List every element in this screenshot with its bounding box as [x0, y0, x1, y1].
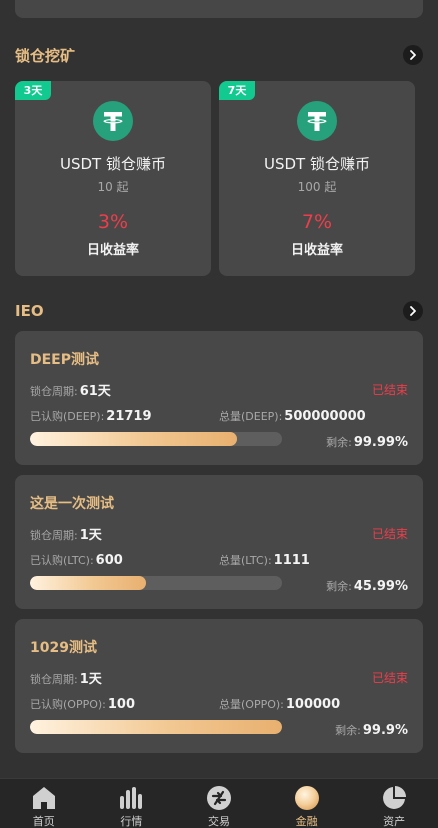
- mining-card-min: 100 起: [297, 180, 337, 194]
- remaining: 剩余: 99.99%: [326, 434, 408, 450]
- section-title-ieo: IEO: [15, 302, 44, 320]
- asset-pie-icon: [383, 786, 407, 809]
- mining-more-button[interactable]: [403, 45, 423, 65]
- lock-period-value: 61天: [79, 384, 111, 399]
- total-label: 总量(LTC):: [219, 554, 272, 567]
- lock-period-value: 1天: [79, 672, 102, 687]
- chevron-right-icon: [410, 306, 416, 316]
- subscribed-label: 已认购(OPPO):: [30, 698, 106, 711]
- lock-period: 锁仓周期: 1天: [30, 668, 102, 687]
- status-badge: 已结束: [371, 383, 408, 397]
- mining-card-rate: 3%: [97, 211, 129, 233]
- mining-section-header: 锁仓挖矿: [15, 43, 423, 67]
- mining-card-name: USDT 锁仓赚币: [264, 155, 370, 173]
- bottom-tab-bar: 首页 行情 交易 金融 资产: [0, 778, 438, 828]
- ieo-name: DEEP测试: [30, 352, 100, 368]
- subscribed-value: 600: [95, 553, 123, 568]
- remaining-value: 99.99%: [353, 435, 408, 450]
- lock-period: 锁仓周期: 61天: [30, 380, 111, 399]
- mining-card-name: USDT 锁仓赚币: [60, 155, 166, 173]
- tab-home[interactable]: 首页: [0, 779, 88, 828]
- subscribed-amount: 已认购(OPPO): 100: [30, 696, 135, 712]
- remaining-label: 剩余:: [326, 580, 352, 593]
- ieo-section-header: IEO: [15, 299, 423, 323]
- remaining-value: 99.9%: [362, 723, 408, 738]
- lock-period-label: 锁仓周期:: [30, 385, 78, 398]
- day-tag: 7天: [219, 81, 255, 100]
- remaining-value: 45.99%: [353, 579, 408, 594]
- subscribed-label: 已认购(DEEP):: [30, 410, 105, 423]
- total-amount: 总量(DEEP): 500000000: [219, 408, 366, 424]
- section-title-mining: 锁仓挖矿: [15, 46, 76, 65]
- progress-bar: [30, 576, 282, 590]
- lock-period-label: 锁仓周期:: [30, 673, 78, 686]
- total-value: 500000000: [284, 409, 366, 424]
- subscribed-value: 21719: [106, 409, 152, 424]
- total-amount: 总量(OPPO): 100000: [219, 696, 340, 712]
- remaining-label: 剩余:: [335, 724, 361, 737]
- ieo-card[interactable]: 1029测试 锁仓周期: 1天 已结束 已认购(OPPO): 100 总量(OPPO…: [15, 619, 423, 753]
- total-label: 总量(DEEP):: [219, 410, 283, 423]
- mining-card[interactable]: 3天 USDT 锁仓赚币 10 起 3% 日收益率: [15, 81, 211, 276]
- market-bars-icon: [120, 787, 143, 809]
- progress-bar: [30, 432, 282, 446]
- ieo-name: 这是一次测试: [30, 496, 114, 512]
- total-value: 1111: [273, 553, 310, 568]
- tab-trade[interactable]: 交易: [175, 779, 263, 828]
- usdt-icon: [297, 101, 337, 141]
- ieo-card[interactable]: DEEP测试 锁仓周期: 61天 已结束 已认购(DEEP): 21719 总量(D…: [15, 331, 423, 465]
- remaining: 剩余: 99.9%: [335, 722, 408, 738]
- finance-coin-icon: [294, 786, 319, 810]
- mining-card-min: 10 起: [97, 180, 129, 194]
- home-icon: [32, 787, 55, 809]
- subscribed-amount: 已认购(LTC): 600: [30, 552, 123, 568]
- tab-label: 首页: [32, 815, 55, 828]
- mining-card-rate-label: 日收益率: [290, 243, 343, 258]
- chevron-right-icon: [410, 50, 416, 60]
- lock-period-value: 1天: [79, 528, 102, 543]
- mining-card-rate-label: 日收益率: [86, 243, 139, 258]
- lock-period-label: 锁仓周期:: [30, 529, 78, 542]
- mining-card-rate: 7%: [301, 211, 333, 233]
- tab-assets[interactable]: 资产: [350, 779, 438, 828]
- day-tag: 3天: [15, 81, 51, 100]
- progress-fill: [30, 576, 146, 590]
- progress-fill: [30, 720, 282, 734]
- tab-label: 资产: [383, 815, 406, 828]
- tab-label: 交易: [207, 815, 230, 828]
- status-badge: 已结束: [371, 527, 408, 541]
- top-card-partial: [15, 0, 423, 18]
- total-label: 总量(OPPO):: [219, 698, 284, 711]
- subscribed-value: 100: [107, 697, 136, 712]
- status-badge: 已结束: [371, 671, 408, 685]
- tab-market[interactable]: 行情: [88, 779, 176, 828]
- ieo-card[interactable]: 这是一次测试 锁仓周期: 1天 已结束 已认购(LTC): 600 总量(LTC):…: [15, 475, 423, 609]
- ieo-name: 1029测试: [30, 640, 97, 656]
- tab-label: 行情: [120, 815, 143, 828]
- progress-bar: [30, 720, 282, 734]
- subscribed-label: 已认购(LTC):: [30, 554, 94, 567]
- lock-period: 锁仓周期: 1天: [30, 524, 102, 543]
- tab-label: 金融: [295, 815, 318, 828]
- mining-card[interactable]: 7天 USDT 锁仓赚币 100 起 7% 日收益率: [219, 81, 415, 276]
- remaining-label: 剩余:: [326, 436, 352, 449]
- total-value: 100000: [285, 697, 341, 712]
- ieo-more-button[interactable]: [403, 301, 423, 321]
- remaining: 剩余: 45.99%: [326, 578, 408, 594]
- trade-icon: [206, 786, 231, 810]
- tab-finance[interactable]: 金融: [263, 779, 351, 828]
- total-amount: 总量(LTC): 1111: [219, 552, 310, 568]
- usdt-icon: [93, 101, 133, 141]
- subscribed-amount: 已认购(DEEP): 21719: [30, 408, 152, 424]
- progress-fill: [30, 432, 237, 446]
